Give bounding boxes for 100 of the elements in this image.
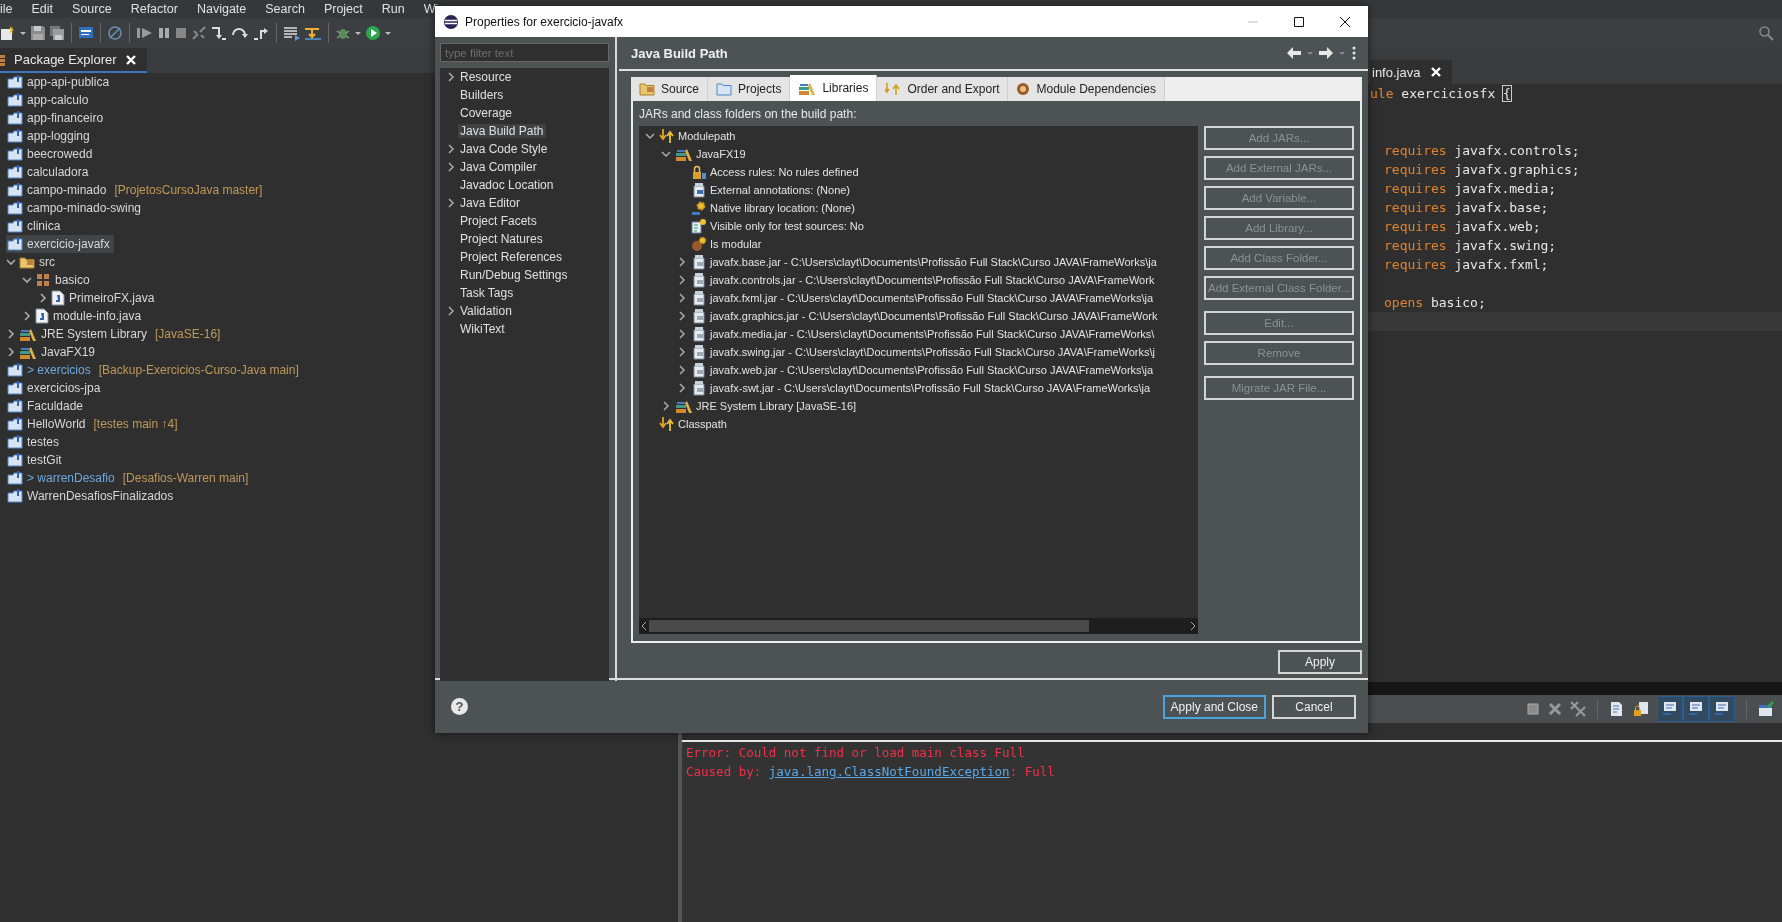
console-toggle-icon[interactable] <box>1657 696 1683 722</box>
tree-item[interactable]: javafx.web.jar - C:\Users\clayt\Documents\Profissão Full Stack\Curso JAVA\FrameWorks\ja <box>710 364 1154 376</box>
tree-item[interactable]: JavaFX19 <box>41 345 96 359</box>
page-item[interactable]: Java Compiler <box>458 160 540 174</box>
tree-item[interactable]: JRE System Library <box>41 327 148 341</box>
exception-link[interactable]: java.lang.ClassNotFoundException <box>768 764 1010 779</box>
tree-item[interactable]: exercicios-jpa <box>27 381 101 395</box>
tree-item[interactable]: Faculdade <box>27 399 84 413</box>
apply-and-close-button[interactable]: Apply and Close <box>1162 694 1266 719</box>
tree-item[interactable]: Is modular <box>710 238 762 250</box>
tab[interactable]: Projects <box>708 77 791 101</box>
scrollbar[interactable] <box>639 618 1198 634</box>
tree-item[interactable]: Modulepath <box>678 130 736 142</box>
page-item[interactable]: Project Natures <box>458 232 546 246</box>
step-return-icon[interactable] <box>252 25 270 41</box>
save-icon[interactable] <box>30 25 46 41</box>
filter-field[interactable]: type filter text <box>440 43 609 62</box>
tree-item[interactable]: app-api-publica <box>27 75 110 89</box>
console-toggle-icon[interactable] <box>1709 696 1735 722</box>
stop-icon[interactable] <box>1526 702 1540 716</box>
tree-item[interactable]: JRE System Library [JavaSE-16] <box>696 400 857 412</box>
arrow-right-icon[interactable] <box>1318 45 1334 61</box>
window-icon[interactable] <box>78 25 94 41</box>
pause-icon[interactable] <box>157 25 171 41</box>
tab[interactable]: Order and Export <box>877 77 1009 101</box>
step-into-icon[interactable] <box>210 25 228 41</box>
tab[interactable]: Libraries <box>790 75 878 101</box>
page-item[interactable]: WikiText <box>458 322 508 336</box>
menu-item[interactable]: Edit <box>31 2 54 16</box>
tree-item[interactable]: Visible only for test sources: No <box>710 220 864 232</box>
arrow-left-icon[interactable] <box>1286 45 1302 61</box>
tree-item[interactable]: javafx-swt.jar - C:\Users\clayt\Documents\Profissão Full Stack\Curso JAVA\FrameWorks\ja <box>710 382 1151 394</box>
tree-item[interactable]: JavaFX19 <box>696 148 746 160</box>
tree-item[interactable]: testGit <box>27 453 62 467</box>
lock-icon[interactable] <box>1633 701 1649 717</box>
tree-item[interactable]: > warrenDesafio <box>27 471 115 485</box>
search-icon[interactable] <box>1758 25 1774 41</box>
tree-item[interactable]: Access rules: No rules defined <box>710 166 859 178</box>
tree-item[interactable]: javafx.media.jar - C:\Users\clayt\Documents\Profissão Full Stack\Curso JAVA\FrameWorks\ <box>710 328 1155 340</box>
editor-tab-label[interactable]: info.java <box>1372 64 1421 80</box>
maximize-icon[interactable] <box>1294 16 1304 27</box>
close-icon[interactable] <box>1340 16 1350 27</box>
page-item[interactable]: Javadoc Location <box>458 178 557 192</box>
tree-item[interactable]: javafx.controls.jar - C:\Users\clayt\Documents\Profissão Full Stack\Curso JAVA\FrameWork <box>710 274 1155 286</box>
page-item[interactable]: Java Build Path <box>458 124 547 138</box>
run-icon[interactable] <box>365 25 381 41</box>
console-toggle-icon[interactable] <box>1683 696 1709 722</box>
window-icon[interactable] <box>1758 701 1774 717</box>
tree-item[interactable]: campo-minado-swing <box>27 201 142 215</box>
tree-item[interactable]: javafx.graphics.jar - C:\Users\clayt\Documents\Profissão Full Stack\Curso JAVA\FrameWork <box>710 310 1158 322</box>
tree-item[interactable]: Classpath <box>678 418 727 430</box>
menu-item[interactable]: Source <box>72 2 112 16</box>
tree-item[interactable]: External annotations: (None) <box>710 184 851 196</box>
tab[interactable]: Module Dependencies <box>1008 77 1165 101</box>
tree-item[interactable]: calculadora <box>27 165 89 179</box>
document-icon[interactable] <box>1609 701 1625 717</box>
tree-item[interactable]: HelloWorld <box>27 417 86 431</box>
page-item[interactable]: Resource <box>458 70 515 84</box>
page-item[interactable]: Builders <box>458 88 507 102</box>
menu-item[interactable]: ile <box>0 2 13 16</box>
tree-item[interactable]: WarrenDesafiosFinalizados <box>27 489 174 503</box>
cancel-button[interactable]: Cancel <box>1272 694 1356 719</box>
resume-icon[interactable] <box>136 25 154 41</box>
menu-item[interactable]: Search <box>265 2 305 16</box>
skip-icon[interactable] <box>107 25 123 41</box>
menu-item[interactable]: Navigate <box>196 2 247 16</box>
list-icon[interactable] <box>283 25 301 41</box>
editor-tab[interactable]: info.java <box>1370 60 1453 84</box>
menu-item[interactable]: Run <box>381 2 405 16</box>
remove-all-icon[interactable] <box>1570 701 1586 717</box>
tree-item[interactable]: > exercicios <box>27 363 91 377</box>
view-tab-label[interactable]: Package Explorer <box>14 52 117 67</box>
menu-item[interactable]: Project <box>323 2 363 16</box>
page-item[interactable]: Task Tags <box>458 286 517 300</box>
menu-item[interactable]: Refactor <box>130 2 178 16</box>
new-file-icon[interactable] <box>0 25 16 41</box>
disconnect-icon[interactable] <box>191 25 207 41</box>
tree-item[interactable]: src <box>39 255 55 269</box>
help-icon[interactable]: ? <box>451 698 468 715</box>
page-item[interactable]: Validation <box>458 304 515 318</box>
tree-item[interactable]: basico <box>55 273 90 287</box>
remove-icon[interactable] <box>1548 702 1562 716</box>
tree-item[interactable]: javafx.base.jar - C:\Users\clayt\Documents\Profissão Full Stack\Curso JAVA\FrameWorks\ja <box>710 256 1157 268</box>
tree-item[interactable]: javafx.fxml.jar - C:\Users\clayt\Documents\Profissão Full Stack\Curso JAVA\FrameWorks\ja <box>710 292 1154 304</box>
tree-item[interactable]: testes <box>27 435 59 449</box>
tree-item[interactable]: Native library location: (None) <box>710 202 855 214</box>
tab[interactable]: Source <box>631 77 709 101</box>
page-item[interactable]: Java Code Style <box>458 142 551 156</box>
tree-item[interactable]: PrimeiroFX.java <box>69 291 155 305</box>
tree-item[interactable]: app-logging <box>27 129 90 143</box>
tree-item[interactable]: app-calculo <box>27 93 89 107</box>
view-tab[interactable]: Package Explorer <box>0 48 147 73</box>
tree-item[interactable]: javafx.swing.jar - C:\Users\clayt\Documents\Profissão Full Stack\Curso JAVA\FrameWorks\j <box>710 346 1155 358</box>
more-icon[interactable] <box>1350 45 1358 61</box>
page-item[interactable]: Project References <box>458 250 566 264</box>
save-all-icon[interactable] <box>49 25 65 41</box>
tree-item[interactable]: clinica <box>27 219 61 233</box>
stop-icon[interactable] <box>174 25 188 41</box>
apply-button[interactable]: Apply <box>1278 650 1362 674</box>
page-item[interactable]: Project Facets <box>458 214 540 228</box>
